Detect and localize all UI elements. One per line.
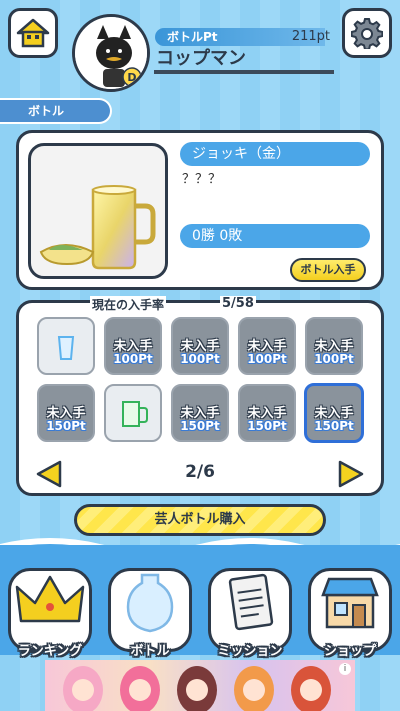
cat-avatar-icon: D [75, 17, 147, 89]
bottle-cell[interactable]: 未入手 100Pt [171, 317, 229, 375]
bottle-price: 100Pt [113, 352, 153, 366]
bottle-cell[interactable]: 未入手 150Pt [37, 384, 95, 442]
user-name: コップマン [154, 48, 334, 74]
svg-text:D: D [127, 71, 136, 84]
nav-ranking-label: ランキング [17, 644, 83, 659]
nav-ranking-button[interactable]: ランキング [8, 568, 92, 659]
nav-shop-button[interactable]: ショップ [308, 568, 392, 659]
bottle-cell[interactable]: 未入手 150Pt [171, 384, 229, 442]
nav-bottle-label: ボトル [130, 644, 170, 659]
prev-page-arrow-icon[interactable] [36, 460, 62, 488]
nav-mission-label: ミッション [217, 644, 283, 659]
bottle-price: 100Pt [314, 352, 354, 366]
nav-mission-button[interactable]: ミッション [208, 568, 292, 659]
bottle-record: 0勝 0敗 [180, 224, 370, 248]
settings-button[interactable] [342, 8, 392, 58]
bottle-price: 150Pt [46, 419, 86, 433]
gold-mug-image [39, 185, 156, 270]
bottle-price: 150Pt [180, 419, 220, 433]
home-button[interactable] [8, 8, 58, 58]
next-page-arrow-icon[interactable] [338, 460, 364, 488]
bottle-name: ジョッキ（金） [180, 142, 370, 166]
crown-icon [15, 575, 85, 623]
bottle-cell[interactable] [37, 317, 95, 375]
page-indicator: 2/6 [185, 462, 215, 482]
avatar[interactable]: D [72, 14, 150, 92]
nav-shop-label: ショップ [323, 644, 376, 659]
get-bottle-button[interactable]: ボトル入手 [290, 258, 366, 282]
bottle-price: 150Pt [314, 419, 354, 433]
vase-icon [126, 573, 174, 633]
shop-icon [321, 577, 379, 629]
acquisition-rate-label: 現在の入手率 [90, 296, 167, 313]
bottle-preview [28, 143, 168, 279]
bottle-description: ？？？ [182, 172, 222, 187]
bottle-cell[interactable]: 未入手 150Pt [238, 384, 296, 442]
anime-girls-ad-image [63, 666, 331, 711]
bottle-price: 100Pt [247, 352, 287, 366]
bottle-price: 150Pt [247, 419, 287, 433]
bottle-price: 100Pt [180, 352, 220, 366]
ad-info-icon[interactable]: i [339, 663, 351, 675]
bottle-cell[interactable] [104, 384, 162, 442]
bottle-cell[interactable]: 未入手 100Pt [104, 317, 162, 375]
gear-icon [351, 18, 383, 49]
bottle-cell[interactable]: 未入手 100Pt [238, 317, 296, 375]
bottle-pt-value: 211pt [291, 29, 330, 44]
glass-icon [57, 336, 75, 360]
ad-banner[interactable]: i [45, 660, 355, 711]
bottle-cell-selected[interactable]: 未入手 150Pt [304, 383, 364, 443]
home-icon [16, 18, 50, 48]
bottle-cell[interactable]: 未入手 100Pt [305, 317, 363, 375]
green-mug-icon [122, 401, 148, 427]
nav-bottle-button[interactable]: ボトル [108, 568, 192, 659]
section-label-bottle: ボトル [0, 98, 112, 124]
acquisition-rate-value: 5/58 [220, 296, 256, 311]
clipboard-icon [228, 573, 274, 631]
